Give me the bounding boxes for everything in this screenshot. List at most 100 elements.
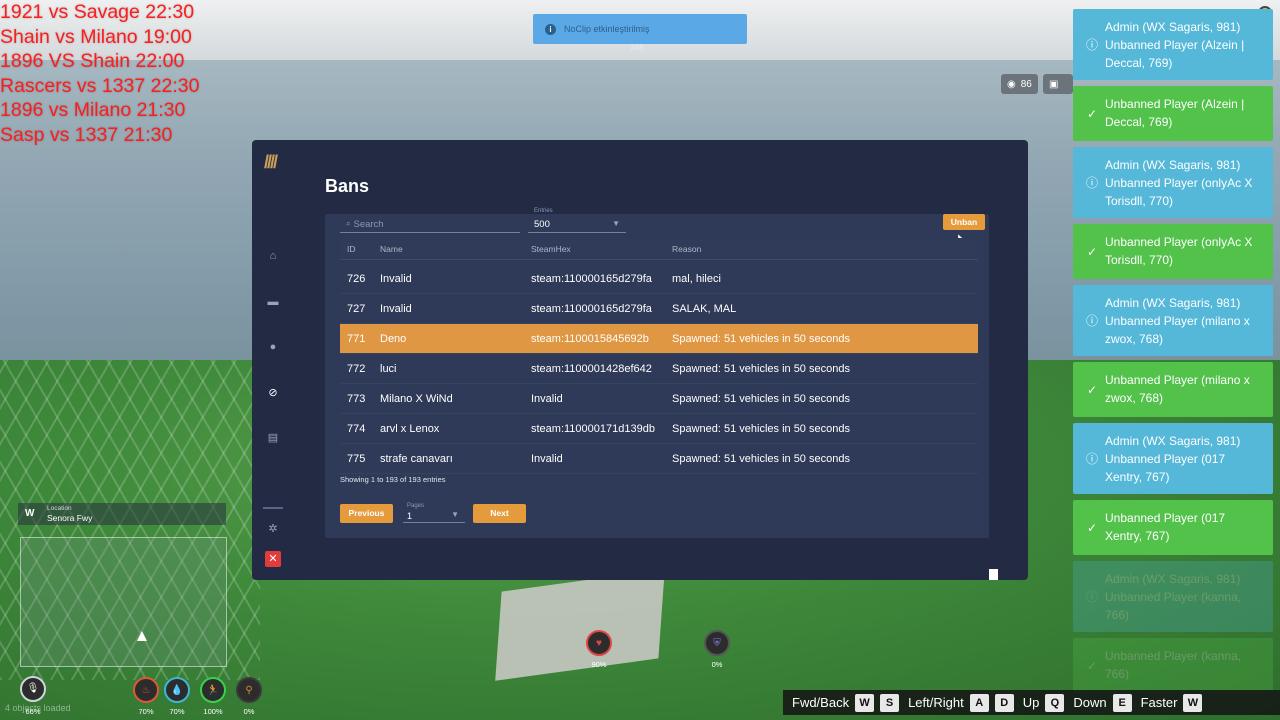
keycap: W [855, 693, 875, 712]
ping-chip: ◉ 86 [1001, 74, 1038, 94]
entries-info: Showing 1 to 193 of 193 entries [340, 475, 446, 484]
success-notification: ✓ Unbanned Player (onlyAc X Torisdll, 770… [1073, 224, 1273, 279]
pages-select[interactable]: Pages 1 ▼ [403, 503, 465, 523]
cell-reason: Spawned: 51 vehicles in 50 seconds [672, 393, 850, 405]
cell-name: luci [380, 363, 397, 375]
notification-text: Admin (WX Sagaris, 981) Unbanned Player … [1105, 158, 1253, 208]
cell-steamhex: steam:110000165d279fa [531, 273, 652, 285]
hunger-icon: ♨ [133, 677, 159, 703]
cell-name: Deno [380, 333, 407, 345]
cell-steamhex: steam:1100001428ef642 [531, 363, 652, 375]
info-notification: ⓘ Admin (WX Sagaris, 981) Unbanned Player… [1073, 423, 1273, 494]
col-reason[interactable]: Reason [672, 244, 701, 254]
table-row[interactable]: 771 Deno steam:1100015845692b Spawned: 51 v… [340, 324, 978, 354]
col-steamhex[interactable]: SteamHex [531, 244, 571, 254]
chevron-down-icon: ▼ [451, 510, 459, 519]
close-icon[interactable]: ✕ [265, 551, 281, 567]
table-row[interactable]: 727 Invalid steam:110000165d279fa SALAK, MA… [340, 294, 978, 324]
cell-reason: Spawned: 51 vehicles in 50 seconds [672, 333, 850, 345]
signal-icon: ◉ [1007, 78, 1016, 90]
schedule-line: Rascers vs 1337 22:30 [0, 74, 200, 97]
gear-icon[interactable]: ✲ [266, 522, 280, 536]
armor-value: 0% [711, 660, 723, 669]
pages-value: 1 [407, 511, 413, 521]
previous-button[interactable]: Previous [340, 504, 393, 523]
info-icon: ⓘ [1085, 313, 1098, 328]
player-arrow-icon [137, 631, 147, 641]
file-icon[interactable]: ▤ [266, 431, 280, 445]
next-button[interactable]: Next [473, 504, 526, 523]
table-row[interactable]: 774 arvl x Lenox steam:110000171d139db Spaw… [340, 414, 978, 444]
cell-id: 775 [347, 453, 366, 465]
notification-text: Unbanned Player (Alzein | Deccal, 769) [1105, 97, 1245, 129]
cell-id: 773 [347, 393, 366, 405]
sidebar: //// ⌂ ▬ ● ⊘ ▤ ✲ ✕ [252, 140, 294, 580]
control-hint: Down E [1073, 693, 1132, 712]
job-chip: ▣ [1043, 74, 1073, 94]
ban-icon[interactable]: ⊘ [266, 386, 280, 400]
briefcase-icon: ▣ [1049, 78, 1059, 90]
control-label: Up [1022, 695, 1040, 710]
success-notification: ✓ Unbanned Player (milano x zwox, 768) [1073, 362, 1273, 417]
compass-direction: W [25, 508, 35, 519]
cell-reason: SALAK, MAL [672, 303, 737, 315]
notification-text: Admin (WX Sagaris, 981) Unbanned Player … [1105, 434, 1241, 484]
table-row[interactable]: 775 strafe canavarı Invalid Spawned: 51 veh… [340, 444, 978, 474]
ping-value: 86 [1020, 78, 1032, 90]
stamina-value: 100% [203, 707, 223, 716]
cell-reason: Spawned: 51 vehicles in 50 seconds [672, 453, 850, 465]
unban-button[interactable]: Unban [943, 214, 985, 230]
noclip-toast-text: NoClip etkinleştirilmiş [564, 24, 650, 34]
search-input[interactable]: ⌕ Search [340, 216, 520, 233]
control-hint: Up Q [1022, 693, 1065, 712]
stamina-icon: 🏃 [200, 677, 226, 703]
car-icon[interactable]: ▬ [266, 295, 280, 309]
cell-id: 727 [347, 303, 366, 315]
cell-id: 771 [347, 333, 366, 345]
home-icon[interactable]: ⌂ [266, 249, 280, 263]
table-body: 726 Invalid steam:110000165d279fa mal, hile… [340, 264, 978, 474]
notification-text: Admin (WX Sagaris, 981) Unbanned Player … [1105, 296, 1250, 346]
check-icon: ✓ [1086, 244, 1098, 259]
cell-name: arvl x Lenox [380, 423, 440, 435]
schedule-line: Shain vs Milano 19:00 [0, 25, 192, 48]
user-icon[interactable]: ● [266, 340, 280, 354]
health-value: 90% [591, 660, 607, 669]
table-row[interactable]: 772 luci steam:1100001428ef642 Spawned: 51 … [340, 354, 978, 384]
control-label: Fwd/Back [792, 695, 850, 710]
armor-small-value: 0% [243, 707, 255, 716]
keycap: A [969, 693, 989, 712]
schedule-line: 1921 vs Savage 22:30 [0, 1, 195, 23]
info-icon: ⓘ [1085, 175, 1098, 190]
hunger-value: 70% [138, 707, 154, 716]
entries-select[interactable]: Entries 500 ▼ [528, 208, 626, 233]
info-notification: ⓘ Admin (WX Sagaris, 981) Unbanned Player… [1073, 9, 1273, 80]
col-id[interactable]: ID [347, 244, 356, 254]
minimap [20, 537, 227, 667]
cell-steamhex: Invalid [531, 393, 563, 405]
info-icon: ⓘ [1085, 37, 1098, 52]
cell-reason: Spawned: 51 vehicles in 50 seconds [672, 363, 850, 375]
success-notification: ✓ Unbanned Player (kanna, 766) [1073, 638, 1273, 693]
keycap: W [1183, 693, 1203, 712]
check-icon: ✓ [1086, 520, 1098, 535]
table-row[interactable]: 726 Invalid steam:110000165d279fa mal, hile… [340, 264, 978, 294]
success-notification: ✓ Unbanned Player (017 Xentry, 767) [1073, 500, 1273, 555]
tally-logo-icon: //// [264, 152, 278, 172]
chevron-down-icon: ▼ [612, 219, 620, 228]
table-row[interactable]: 773 Milano X WiNd Invalid Spawned: 51 vehic… [340, 384, 978, 414]
resize-handle[interactable] [989, 569, 998, 580]
cell-steamhex: Invalid [531, 453, 563, 465]
noclip-toast-sub: 348 [630, 43, 644, 52]
shield-icon: ⛨ [704, 630, 730, 656]
keycap: Q [1045, 693, 1065, 712]
cell-name: Invalid [380, 273, 412, 285]
keycap: D [994, 693, 1014, 712]
control-hint: Faster W [1141, 693, 1203, 712]
col-name[interactable]: Name [380, 244, 403, 254]
cell-id: 774 [347, 423, 366, 435]
bans-table-card: ⌕ Search Entries 500 ▼ Unban ID Name Ste… [325, 208, 989, 538]
notification-text: Unbanned Player (milano x zwox, 768) [1105, 373, 1250, 405]
cell-name: Milano X WiNd [380, 393, 453, 405]
pages-caption: Pages [407, 503, 425, 509]
